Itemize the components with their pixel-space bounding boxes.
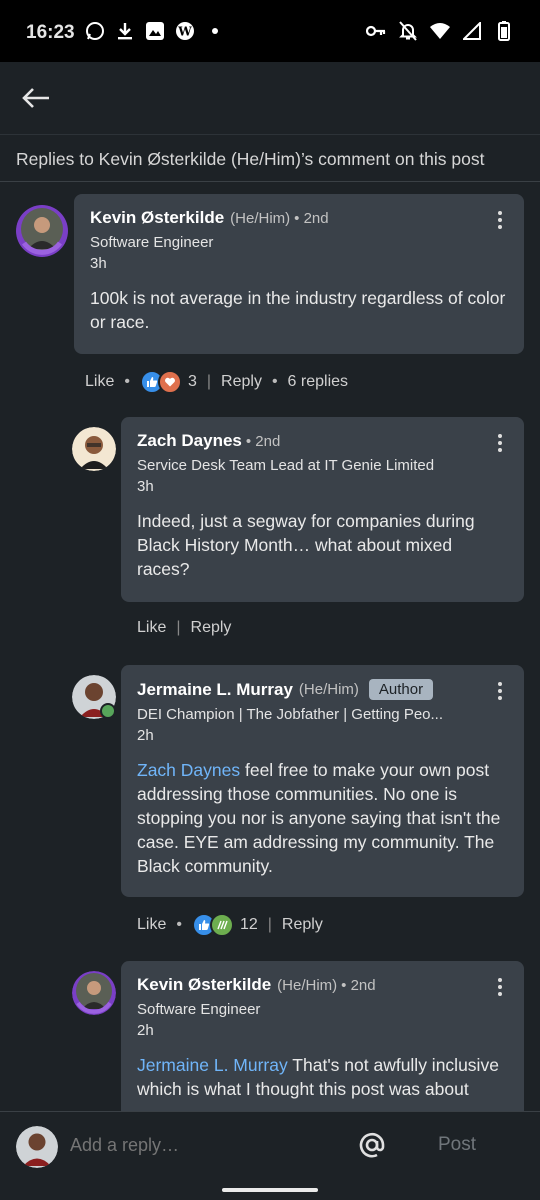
mention-link[interactable]: Jermaine L. Murray bbox=[137, 1055, 288, 1075]
w-icon: W bbox=[175, 21, 195, 41]
comment-actions: Like • 12 | Reply bbox=[137, 913, 323, 937]
online-status-dot bbox=[100, 703, 116, 719]
signal-icon bbox=[462, 21, 482, 41]
more-options-button[interactable] bbox=[490, 975, 510, 999]
separator-pipe: | bbox=[176, 619, 181, 636]
connection-degree: • 2nd bbox=[341, 976, 376, 994]
author-name[interactable]: Kevin Østerkilde bbox=[137, 975, 271, 995]
reply-input[interactable] bbox=[68, 1134, 352, 1157]
my-avatar[interactable] bbox=[16, 1126, 58, 1168]
reply-button[interactable]: Reply bbox=[221, 373, 262, 391]
more-options-button[interactable] bbox=[490, 208, 510, 232]
comment-actions: Like | Reply bbox=[137, 619, 231, 637]
author-name[interactable]: Zach Daynes bbox=[137, 431, 242, 451]
connection-degree: • 2nd bbox=[245, 432, 281, 450]
svg-text:W: W bbox=[177, 25, 192, 39]
wifi-icon bbox=[430, 21, 450, 41]
author-line: Kevin Østerkilde (He/Him) • 2nd bbox=[137, 975, 508, 995]
post-button[interactable]: Post bbox=[438, 1134, 476, 1156]
author-headline: Software Engineer bbox=[137, 1001, 261, 1018]
separator-dot: • bbox=[176, 916, 182, 933]
author-headline: Software Engineer bbox=[90, 234, 214, 251]
arrow-left-icon bbox=[22, 88, 49, 108]
avatar[interactable] bbox=[16, 205, 68, 257]
reactions[interactable]: 3 bbox=[139, 370, 197, 394]
comment-time: 2h bbox=[137, 727, 154, 744]
like-button[interactable]: Like bbox=[85, 373, 114, 391]
comment-text: Zach Daynes feel free to make your own p… bbox=[137, 758, 508, 878]
status-time: 16:23 bbox=[26, 22, 75, 43]
avatar[interactable] bbox=[72, 971, 116, 1015]
whatsapp-icon bbox=[85, 21, 105, 41]
comment-bubble[interactable]: Zach Daynes • 2nd Service Desk Team Lead… bbox=[121, 417, 524, 602]
mention-link[interactable]: Zach Daynes bbox=[137, 760, 240, 780]
reply-composer: Post bbox=[0, 1111, 540, 1200]
comment-text: Indeed, just a segway for companies duri… bbox=[137, 511, 475, 579]
author-headline: DEI Champion | The Jobfather | Getting P… bbox=[137, 706, 444, 723]
comment-bubble[interactable]: Kevin Østerkilde (He/Him) • 2nd Software… bbox=[121, 961, 524, 1111]
author-line: Jermaine L. Murray (He/Him) Author bbox=[137, 679, 508, 700]
author-name[interactable]: Jermaine L. Murray bbox=[137, 680, 293, 700]
comment-time: 2h bbox=[137, 1022, 154, 1039]
comment-time: 3h bbox=[90, 255, 107, 272]
author-line: Kevin Østerkilde (He/Him) • 2nd bbox=[90, 208, 508, 228]
status-bar: 16:23 W bbox=[0, 0, 540, 62]
comment-kevin: Kevin Østerkilde (He/Him) • 2nd Software… bbox=[0, 183, 540, 403]
author-badge: Author bbox=[368, 679, 434, 700]
at-sign-icon bbox=[359, 1132, 385, 1158]
page-title: Replies to Kevin Østerkilde (He/Him)’s c… bbox=[0, 134, 540, 182]
comment-kevin-2: Kevin Østerkilde (He/Him) • 2nd Software… bbox=[0, 961, 540, 1111]
comment-text: Jermaine L. Murray That's not awfully in… bbox=[137, 1053, 508, 1101]
key-icon bbox=[366, 21, 386, 41]
like-button[interactable]: Like bbox=[137, 916, 166, 934]
photo-icon bbox=[145, 21, 165, 41]
author-headline: Service Desk Team Lead at IT Genie Limit… bbox=[137, 457, 435, 474]
author-pronouns: (He/Him) bbox=[230, 209, 291, 227]
comment-bubble[interactable]: Kevin Østerkilde (He/Him) • 2nd Software… bbox=[74, 194, 524, 354]
comment-zach: Zach Daynes • 2nd Service Desk Team Lead… bbox=[0, 417, 540, 647]
separator-pipe: | bbox=[206, 373, 212, 390]
mention-button[interactable] bbox=[356, 1130, 388, 1162]
avatar[interactable] bbox=[72, 427, 116, 471]
reply-button[interactable]: Reply bbox=[191, 619, 232, 637]
more-options-button[interactable] bbox=[490, 431, 510, 455]
celebrate-reaction-icon bbox=[209, 913, 234, 937]
reactions[interactable]: 12 bbox=[191, 913, 258, 937]
comment-bubble[interactable]: Jermaine L. Murray (He/Him) Author DEI C… bbox=[121, 665, 524, 897]
comment-jermaine: Jermaine L. Murray (He/Him) Author DEI C… bbox=[0, 665, 540, 945]
reply-button[interactable]: Reply bbox=[282, 916, 323, 934]
back-button[interactable] bbox=[18, 80, 54, 116]
more-options-button[interactable] bbox=[490, 679, 510, 703]
comment-actions: Like • 3 | Reply • 6 replies bbox=[85, 370, 348, 394]
like-button[interactable]: Like bbox=[137, 619, 166, 637]
comment-time: 3h bbox=[137, 478, 154, 495]
comment-text: 100k is not average in the industry rega… bbox=[90, 288, 506, 332]
app-bar bbox=[0, 62, 540, 134]
love-reaction-icon bbox=[157, 370, 182, 394]
author-line: Zach Daynes • 2nd bbox=[137, 431, 508, 451]
connection-degree: • 2nd bbox=[294, 209, 329, 227]
dot-icon bbox=[205, 21, 225, 41]
battery-icon bbox=[494, 21, 514, 41]
author-name[interactable]: Kevin Østerkilde bbox=[90, 208, 224, 228]
separator-dot: • bbox=[124, 373, 130, 390]
reaction-count: 3 bbox=[187, 373, 197, 390]
download-icon bbox=[115, 21, 135, 41]
home-indicator[interactable] bbox=[222, 1188, 318, 1192]
bell-off-icon bbox=[398, 21, 418, 41]
reaction-count: 12 bbox=[239, 916, 258, 933]
separator-dot: • bbox=[271, 373, 278, 390]
separator-pipe: | bbox=[267, 916, 272, 933]
author-pronouns: (He/Him) bbox=[277, 976, 338, 994]
replies-list[interactable]: Kevin Østerkilde (He/Him) • 2nd Software… bbox=[0, 183, 540, 1111]
author-pronouns: (He/Him) bbox=[298, 681, 359, 698]
replies-count[interactable]: 6 replies bbox=[288, 373, 348, 391]
